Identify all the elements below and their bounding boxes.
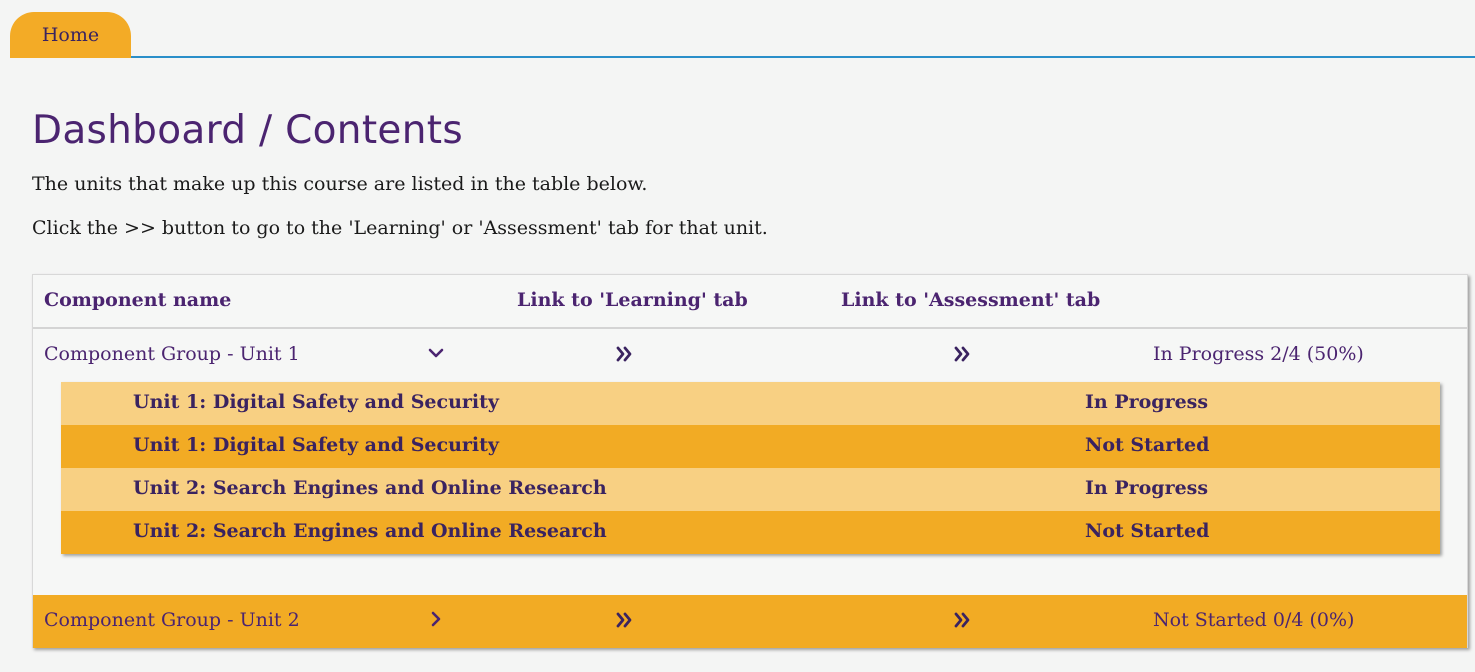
header-learning-link: Link to 'Learning' tab	[517, 289, 748, 311]
tab-home-label: Home	[41, 24, 100, 46]
header-assessment-link: Link to 'Assessment' tab	[841, 289, 1101, 311]
assessment-link-button[interactable]	[951, 608, 975, 632]
group-name: Component Group - Unit 1	[44, 343, 300, 365]
page-title: Dashboard / Contents	[32, 108, 463, 153]
group-status: Not Started 0/4 (0%)	[1153, 609, 1355, 631]
unit-row[interactable]: Unit 1: Digital Safety and Security In P…	[61, 382, 1440, 425]
chevron-down-icon[interactable]	[426, 341, 446, 365]
unit-list: Unit 1: Digital Safety and Security In P…	[61, 382, 1440, 554]
learning-link-button[interactable]	[613, 342, 637, 366]
unit-name: Unit 1: Digital Safety and Security	[133, 391, 499, 413]
learning-link-button[interactable]	[613, 608, 637, 632]
units-table: Component name Link to 'Learning' tab Li…	[32, 274, 1468, 648]
unit-name: Unit 2: Search Engines and Online Resear…	[133, 477, 607, 499]
tab-bar: Home	[10, 0, 1475, 58]
chevron-right-icon[interactable]	[426, 607, 446, 631]
unit-status: Not Started	[1085, 434, 1210, 456]
unit-status: In Progress	[1085, 477, 1209, 499]
unit-name: Unit 1: Digital Safety and Security	[133, 434, 499, 456]
header-component-name: Component name	[44, 289, 232, 311]
tab-home[interactable]: Home	[10, 12, 131, 58]
unit-status: Not Started	[1085, 520, 1210, 542]
double-chevron-right-icon	[954, 612, 970, 628]
group-name: Component Group - Unit 2	[44, 609, 300, 631]
double-chevron-right-icon	[616, 612, 632, 628]
unit-row[interactable]: Unit 2: Search Engines and Online Resear…	[61, 511, 1440, 554]
instruction-text: Click the >> button to go to the 'Learni…	[32, 217, 768, 239]
table-header: Component name Link to 'Learning' tab Li…	[33, 275, 1467, 329]
double-chevron-right-icon	[954, 346, 970, 362]
assessment-link-button[interactable]	[951, 342, 975, 366]
group-status: In Progress 2/4 (50%)	[1153, 343, 1364, 365]
unit-row[interactable]: Unit 1: Digital Safety and Security Not …	[61, 425, 1440, 468]
component-group-row[interactable]: Component Group - Unit 1 In Progress 2/4…	[33, 329, 1467, 383]
component-group-row[interactable]: Component Group - Unit 2 Not Started 0/4…	[33, 595, 1467, 648]
intro-text: The units that make up this course are l…	[32, 173, 648, 195]
double-chevron-right-icon	[616, 346, 632, 362]
unit-status: In Progress	[1085, 391, 1209, 413]
unit-row[interactable]: Unit 2: Search Engines and Online Resear…	[61, 468, 1440, 511]
unit-name: Unit 2: Search Engines and Online Resear…	[133, 520, 607, 542]
